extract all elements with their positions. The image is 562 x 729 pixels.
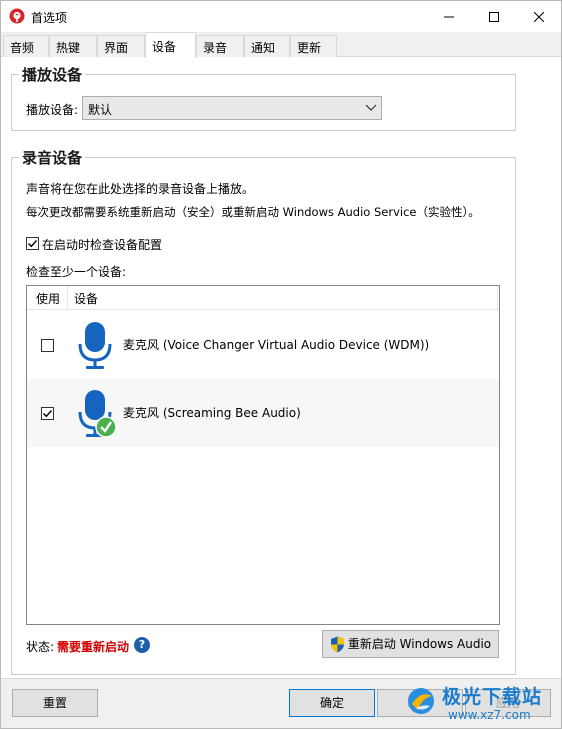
device-list-header: 使用 设备 (27, 286, 499, 310)
status-value: 需要重新启动 (57, 640, 130, 654)
maximize-button[interactable] (471, 1, 516, 32)
playback-device-select[interactable]: 默认 (82, 96, 382, 120)
close-icon (533, 11, 544, 22)
app-logo-icon (9, 8, 25, 24)
tab-recorder[interactable]: 录音机 (196, 35, 244, 72)
ok-button-label: 确定 (319, 696, 344, 710)
help-icon[interactable]: ? (134, 637, 150, 653)
microphone-check-icon (78, 390, 117, 438)
window-title: 首选项 (31, 11, 68, 25)
maximize-icon (488, 11, 499, 22)
checkmark-icon (28, 240, 38, 248)
device-use-checkbox[interactable] (41, 407, 54, 420)
tab-interface[interactable]: 界面 (97, 35, 145, 57)
shield-icon (330, 636, 344, 652)
device-row[interactable]: 麦克风 (Screaming Bee Audio) (27, 379, 499, 447)
playback-device-label: 播放设备: (26, 103, 79, 117)
tab-bar: 音频 热键 界面 设备 录音机 通知 更新 (1, 32, 561, 72)
watermark: 极光下载站 www.xz7.com (398, 680, 561, 728)
check-on-start-label: 在启动时检查设备配置 (42, 238, 163, 252)
device-name: 麦克风 (Screaming Bee Audio) (123, 406, 301, 420)
column-header-use[interactable]: 使用 (36, 290, 60, 307)
tab-content-devices: 播放设备 播放设备: 默认 录音设备 声音将在您在此处选择的录音设备上播放。 每… (1, 57, 561, 679)
tab-devices[interactable]: 设备 (145, 32, 196, 58)
watermark-url: www.xz7.com (448, 708, 531, 722)
playback-device-value: 默认 (88, 103, 113, 117)
check-on-start-checkbox[interactable] (26, 237, 39, 250)
ok-button[interactable]: 确定 (289, 689, 375, 717)
minimize-icon (443, 16, 454, 17)
restart-button-label: 重新启动 Windows Audio (347, 637, 492, 651)
device-use-checkbox[interactable] (41, 339, 54, 352)
recording-description-2: 每次更改都需要系统重新启动（安全）或重新启动 Windows Audio Ser… (26, 205, 480, 219)
preferences-window: 首选项 音频 热键 界面 设备 录音机 通知 更新 播放设备 播放设备: 默认 (0, 0, 562, 729)
microphone-icon (78, 322, 112, 369)
tab-audio[interactable]: 音频 (3, 35, 49, 57)
chevron-down-icon (365, 104, 377, 111)
recording-device-list[interactable]: 使用 设备 麦克风 (Voice Changer Virtual Audio D… (26, 285, 500, 625)
tab-updates[interactable]: 更新 (290, 35, 337, 57)
minimize-button[interactable] (426, 1, 471, 32)
tab-notifications[interactable]: 通知 (244, 35, 290, 57)
recording-description-1: 声音将在您在此处选择的录音设备上播放。 (26, 182, 255, 196)
reset-button[interactable]: 重置 (12, 689, 98, 717)
playback-group: 播放设备 播放设备: 默认 (11, 64, 516, 131)
device-list-caption: 检查至少一个设备: (26, 265, 127, 279)
status-label: 状态: (26, 640, 55, 654)
column-divider (497, 286, 498, 310)
title-bar: 首选项 (1, 1, 561, 32)
reset-button-label: 重置 (42, 696, 67, 710)
restart-windows-audio-button[interactable]: 重新启动 Windows Audio (322, 630, 499, 658)
recording-group-title: 录音设备 (19, 147, 86, 168)
device-name: 麦克风 (Voice Changer Virtual Audio Device … (123, 338, 430, 352)
close-button[interactable] (516, 1, 561, 32)
watermark-brand: 极光下载站 (442, 686, 543, 708)
device-row[interactable]: 麦克风 (Voice Changer Virtual Audio Device … (27, 311, 499, 379)
tab-hotkeys[interactable]: 热键 (49, 35, 97, 57)
playback-group-title: 播放设备 (19, 64, 86, 85)
column-header-device[interactable]: 设备 (74, 290, 98, 307)
checkmark-icon (43, 410, 53, 418)
column-divider (67, 286, 68, 310)
watermark-logo-icon (408, 688, 434, 714)
